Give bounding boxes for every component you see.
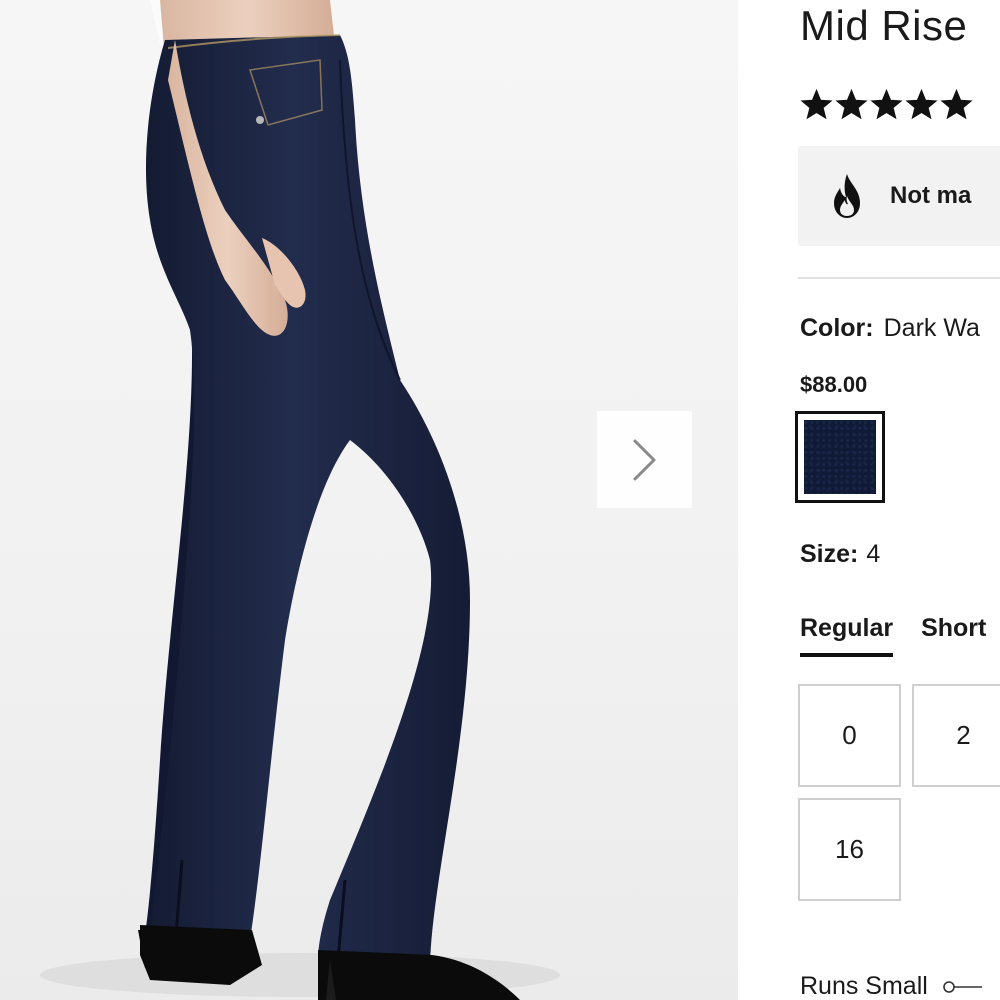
star-icon — [870, 88, 903, 120]
size-selection: Size: 4 — [800, 540, 880, 569]
size-option-16[interactable]: 16 — [798, 798, 901, 901]
color-label: Color: — [800, 314, 874, 342]
size-option-0[interactable]: 0 — [798, 684, 901, 787]
color-value: Dark Wa — [883, 314, 980, 342]
star-icon — [800, 88, 833, 120]
gallery-next-button[interactable] — [597, 411, 692, 508]
color-selection: Color: Dark Wa — [800, 314, 980, 343]
size-value: 4 — [866, 540, 881, 568]
product-page: Mid Rise Not ma Color: Dark Wa $88.00 Siz… — [0, 0, 1000, 1000]
star-icon — [940, 88, 973, 120]
star-icon — [835, 88, 868, 120]
product-image-gallery — [0, 0, 738, 1000]
size-option-2[interactable]: 2 — [912, 684, 1000, 787]
product-details-panel: Mid Rise Not ma Color: Dark Wa $88.00 Siz… — [738, 0, 1000, 1000]
fit-feedback: Runs Small — [800, 972, 982, 1000]
fit-feedback-label: Runs Small — [800, 972, 928, 1000]
swatch-fill — [804, 420, 876, 494]
flame-icon — [834, 174, 860, 218]
product-title: Mid Rise — [800, 2, 968, 49]
section-divider — [798, 277, 1000, 279]
fit-tabs: Regular Short — [800, 614, 986, 657]
color-swatch-dark-wash[interactable] — [795, 411, 885, 503]
fit-tab-short[interactable]: Short — [921, 614, 986, 657]
star-rating[interactable] — [800, 88, 973, 121]
chevron-right-icon — [633, 439, 655, 480]
star-icon — [905, 88, 938, 120]
fit-scale-icon — [942, 980, 982, 994]
size-label: Size: — [800, 540, 859, 568]
fit-tab-regular[interactable]: Regular — [800, 614, 894, 657]
product-price: $88.00 — [800, 372, 868, 397]
promo-text: Not ma — [890, 182, 972, 209]
promo-banner: Not ma — [798, 146, 1000, 246]
